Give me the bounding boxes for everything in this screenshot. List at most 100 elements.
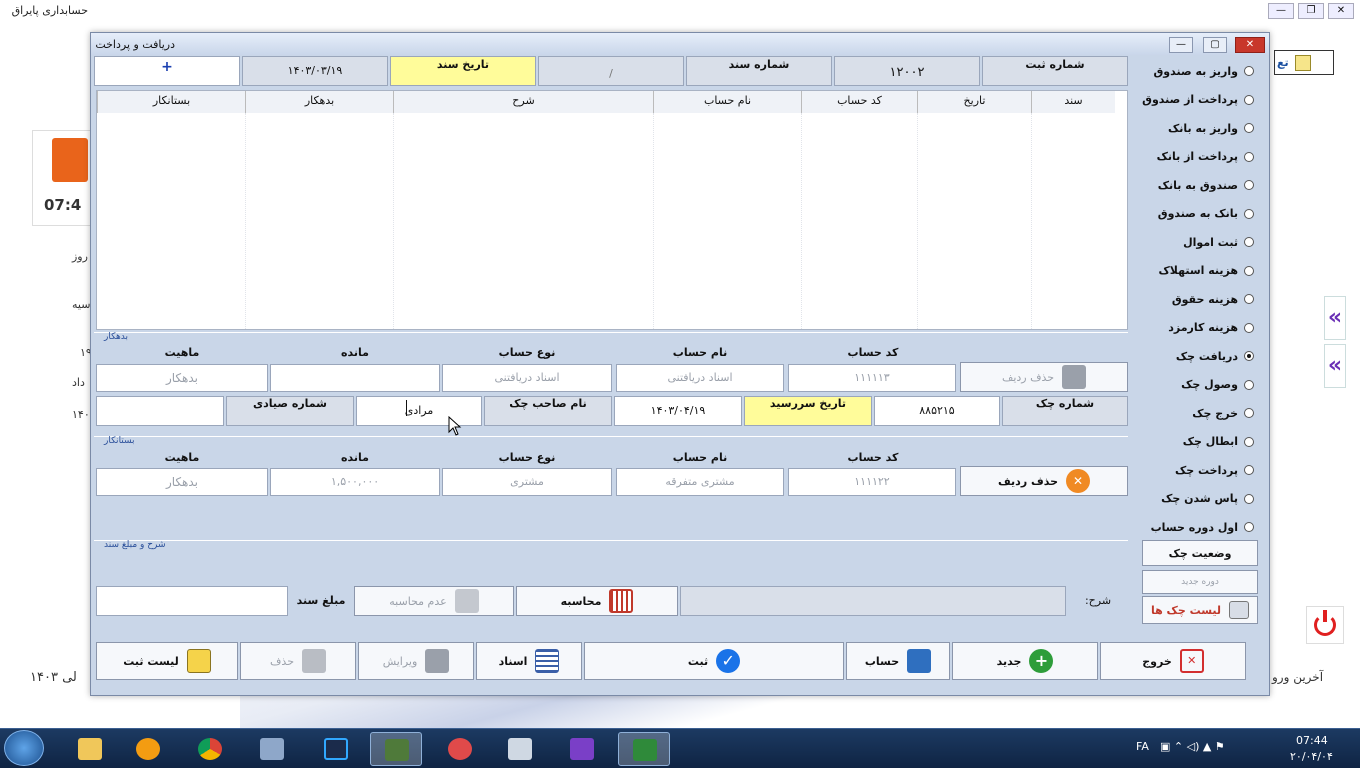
dialog-minimize-button[interactable]: — <box>1169 37 1193 53</box>
radio-button[interactable] <box>1244 436 1254 447</box>
debtor-account-name-field[interactable]: اسناد دریافتنی <box>616 364 784 392</box>
option-radio[interactable]: واریز به صندوق <box>1142 60 1254 82</box>
option-radio[interactable]: وصول چک <box>1142 374 1254 396</box>
add-button[interactable]: + <box>94 56 240 86</box>
debtor-delete-row-button[interactable]: حذف ردیف <box>960 362 1128 392</box>
option-radio[interactable]: صندوق به بانک <box>1142 174 1254 196</box>
tray-icons[interactable]: ▣ ⌃ ◁) ▲ ⚑ <box>1160 740 1225 753</box>
debtor-balance-field[interactable] <box>270 364 440 392</box>
restore-button[interactable]: ❐ <box>1298 3 1324 19</box>
option-radio[interactable]: پرداخت از صندوق <box>1142 89 1254 111</box>
collapse-arrow-icon[interactable]: « <box>1324 344 1346 388</box>
taskbar-media-app[interactable] <box>556 732 608 766</box>
column-header[interactable]: کد حساب <box>801 91 917 113</box>
radio-button[interactable] <box>1244 180 1254 190</box>
entries-table[interactable]: بستانکار بدهکار شرح نام حساب کد حساب تار… <box>96 90 1128 330</box>
calculate-button[interactable]: محاسبه <box>516 586 678 616</box>
option-radio[interactable]: دریافت چک <box>1142 345 1254 367</box>
save-list-button[interactable]: لیست ثبت <box>96 642 238 680</box>
column-header[interactable]: بدهکار <box>245 91 393 113</box>
top-right-box[interactable]: تع <box>1274 50 1334 75</box>
radio-button[interactable] <box>1244 237 1254 247</box>
taskbar-photoshop[interactable] <box>310 732 362 766</box>
edit-button[interactable]: ویرایش <box>358 642 474 680</box>
cheque-owner-field[interactable]: مرادی <box>356 396 482 426</box>
creditor-account-code-field[interactable]: ۱۱۱۱۲۲ <box>788 468 956 496</box>
dialog-maximize-button[interactable]: ▢ <box>1203 37 1227 53</box>
collapse-arrow-icon[interactable]: « <box>1324 296 1346 340</box>
option-radio[interactable]: واریز به بانک <box>1142 117 1254 139</box>
save-button[interactable]: ✓ ثبت <box>584 642 844 680</box>
amount-field[interactable] <box>96 586 288 616</box>
delete-button[interactable]: حذف <box>240 642 356 680</box>
doc-number-field[interactable]: / <box>538 56 684 86</box>
radio-button[interactable] <box>1244 379 1254 390</box>
language-indicator[interactable]: FA <box>1136 740 1149 753</box>
reg-number-field[interactable]: ۱۲۰۰۲ <box>834 56 980 86</box>
option-radio[interactable]: پرداخت از بانک <box>1142 146 1254 168</box>
radio-button[interactable] <box>1244 351 1254 361</box>
debtor-account-type-field[interactable]: اسناد دریافتنی <box>442 364 612 392</box>
creditor-delete-row-button[interactable]: ✕ حذف ردیف <box>960 466 1128 496</box>
radio-button[interactable] <box>1244 493 1254 504</box>
taskbar-snipping-tool[interactable] <box>434 732 486 766</box>
doc-date-field[interactable]: ۱۴۰۳/۰۳/۱۹ <box>242 56 388 86</box>
radio-button[interactable] <box>1244 123 1254 133</box>
no-calculate-button[interactable]: عدم محاسبه <box>354 586 514 616</box>
option-radio[interactable]: ثبت اموال <box>1142 231 1254 253</box>
radio-button[interactable] <box>1244 465 1254 475</box>
option-radio[interactable]: ابطال چک <box>1142 431 1254 453</box>
tray-date[interactable]: ۲۰/۰۴/۰۴ <box>1290 750 1333 763</box>
column-header[interactable]: تاریخ <box>917 91 1031 113</box>
exit-button[interactable]: ✕ خروج <box>1100 642 1246 680</box>
radio-button[interactable] <box>1244 94 1254 105</box>
column-header[interactable]: شرح <box>393 91 653 113</box>
new-period-button[interactable]: دوره جدید <box>1142 570 1258 594</box>
minimize-button[interactable]: — <box>1268 3 1294 19</box>
creditor-account-name-field[interactable]: مشتری متفرقه <box>616 468 784 496</box>
column-header[interactable]: نام حساب <box>653 91 801 113</box>
radio-button[interactable] <box>1244 151 1254 162</box>
option-radio[interactable]: بانک به صندوق <box>1142 203 1254 225</box>
radio-button[interactable] <box>1244 522 1254 532</box>
taskbar-app-tool[interactable] <box>246 732 298 766</box>
option-radio[interactable]: پاس شدن چک <box>1142 488 1254 510</box>
new-button[interactable]: + جدید <box>952 642 1098 680</box>
account-button[interactable]: حساب <box>846 642 950 680</box>
taskbar-accounting-app-2[interactable] <box>618 732 670 766</box>
cheque-number-field[interactable]: ۸۸۵۲۱۵ <box>874 396 1000 426</box>
cheque-status-button[interactable]: وضعیت چک <box>1142 540 1258 566</box>
column-header[interactable]: بستانکار <box>97 91 245 113</box>
creditor-balance-field[interactable]: ۱,۵۰۰,۰۰۰ <box>270 468 440 496</box>
close-button[interactable]: ✕ <box>1328 3 1354 19</box>
radio-button[interactable] <box>1244 208 1254 219</box>
creditor-account-type-field[interactable]: مشتری <box>442 468 612 496</box>
column-header[interactable]: سند <box>1031 91 1115 113</box>
option-radio[interactable]: خرج چک <box>1142 402 1254 424</box>
debtor-account-code-field[interactable]: ۱۱۱۱۱۳ <box>788 364 956 392</box>
start-button[interactable] <box>4 730 44 766</box>
radio-button[interactable] <box>1244 322 1254 333</box>
taskbar-explorer[interactable] <box>64 732 116 766</box>
taskbar-calculator[interactable] <box>494 732 546 766</box>
option-radio[interactable]: هزینه حقوق <box>1142 288 1254 310</box>
radio-button[interactable] <box>1244 265 1254 276</box>
radio-button[interactable] <box>1244 66 1254 76</box>
option-radio[interactable]: هزینه استهلاک <box>1142 260 1254 282</box>
description-field[interactable] <box>680 586 1066 616</box>
creditor-nature-field[interactable]: بدهکار <box>96 468 268 496</box>
taskbar-media-player[interactable] <box>122 732 174 766</box>
due-date-field[interactable]: ۱۴۰۳/۰۴/۱۹ <box>614 396 742 426</box>
taskbar-accounting-app[interactable] <box>370 732 422 766</box>
dialog-close-button[interactable]: ✕ <box>1235 37 1265 53</box>
debtor-nature-field[interactable]: بدهکار <box>96 364 268 392</box>
option-radio[interactable]: هزینه کارمزد <box>1142 317 1254 339</box>
radio-button[interactable] <box>1244 408 1254 418</box>
option-radio[interactable]: پرداخت چک <box>1142 459 1254 481</box>
taskbar-chrome[interactable] <box>184 732 236 766</box>
radio-button[interactable] <box>1244 294 1254 304</box>
cheque-list-button[interactable]: لیست چک ها <box>1142 596 1258 624</box>
documents-button[interactable]: اسناد <box>476 642 582 680</box>
tray-time[interactable]: 07:44 <box>1296 734 1328 747</box>
dialog-titlebar[interactable] <box>91 33 1269 55</box>
